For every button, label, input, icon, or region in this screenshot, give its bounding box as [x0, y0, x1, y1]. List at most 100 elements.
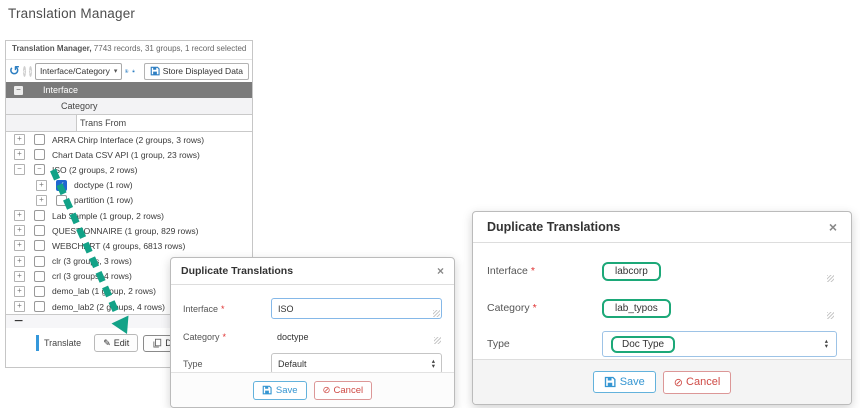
expand-icon[interactable]: +	[14, 210, 25, 221]
dialog-title: Duplicate Translations	[487, 220, 620, 234]
lock-icon[interactable]	[132, 65, 135, 77]
tree-row-partition[interactable]: + partition (1 row)	[6, 193, 252, 208]
save-button-label: Save	[620, 376, 645, 388]
tree-row-webchart[interactable]: + WEBCHART (4 groups, 6813 rows)	[6, 238, 252, 253]
checkbox[interactable]	[34, 286, 45, 297]
resize-grip-icon[interactable]	[827, 275, 834, 282]
edit-button-label: Edit	[114, 338, 130, 348]
copy-icon	[152, 338, 162, 348]
undo-icon[interactable]: ↺	[9, 65, 20, 77]
edit-button[interactable]: ✎ Edit	[94, 334, 138, 352]
tree-row-label: ISO (2 groups, 2 rows)	[52, 165, 138, 175]
view-mode-value: Interface/Category	[40, 66, 110, 76]
expand-icon[interactable]: +	[14, 256, 25, 267]
type-field-row: Type Default ▴▾	[171, 353, 454, 374]
required-asterisk: *	[221, 304, 225, 314]
collapse-icon[interactable]: −	[14, 164, 25, 175]
collapse-icon[interactable]: −	[14, 313, 23, 331]
dialog-header: Duplicate Translations ×	[171, 258, 454, 285]
type-select[interactable]: Default ▴▾	[271, 353, 442, 374]
tree-row-doctype[interactable]: + ✓ doctype (1 row)	[6, 178, 252, 193]
checkbox[interactable]	[34, 134, 45, 145]
column-spacer-cell	[6, 115, 77, 131]
required-asterisk: *	[223, 332, 227, 342]
type-select[interactable]: Doc Type ▴▾	[602, 331, 837, 357]
save-button[interactable]: Save	[253, 381, 307, 400]
category-input[interactable]: lab_typos	[602, 295, 837, 321]
resize-grip-icon[interactable]	[827, 312, 834, 319]
highlight-box: labcorp	[602, 262, 661, 281]
floppy-icon	[262, 385, 272, 395]
checkbox-checked[interactable]: ✓	[56, 180, 67, 191]
cancel-icon: ⊘	[323, 385, 331, 396]
checkbox[interactable]	[56, 195, 67, 206]
resize-grip-icon[interactable]	[433, 310, 440, 317]
tree-row-iso[interactable]: − − ISO (2 groups, 2 rows)	[6, 162, 252, 177]
checkbox-indeterminate[interactable]: −	[34, 164, 45, 175]
checkbox[interactable]	[34, 225, 45, 236]
column-header-category-label: Category	[61, 101, 98, 111]
category-value: lab_typos	[615, 303, 658, 314]
tree-row-lab-sample[interactable]: + Lab Sample (1 group, 2 rows)	[6, 208, 252, 223]
tree-row-label: demo_lab2 (2 groups, 4 rows)	[52, 302, 165, 312]
expand-icon[interactable]: +	[14, 271, 25, 282]
checkbox[interactable]	[34, 271, 45, 282]
tree-row-questionnaire[interactable]: + QUESTIONNAIRE (1 group, 829 rows)	[6, 223, 252, 238]
checkbox[interactable]	[34, 256, 45, 267]
next-icon[interactable]: ›	[29, 66, 32, 77]
close-icon[interactable]: ×	[437, 264, 444, 278]
floppy-icon	[604, 376, 616, 388]
checkbox[interactable]	[34, 240, 45, 251]
close-icon[interactable]: ×	[829, 219, 837, 235]
interface-input[interactable]: labcorp	[602, 258, 837, 284]
cancel-button-label: Cancel	[334, 385, 364, 396]
interface-input[interactable]: ISO	[271, 298, 442, 319]
store-displayed-data-label: Store Displayed Data	[163, 66, 243, 76]
expand-icon[interactable]: +	[14, 225, 25, 236]
category-value: doctype	[277, 332, 309, 342]
checkbox[interactable]	[34, 301, 45, 312]
expand-icon[interactable]: +	[14, 240, 25, 251]
store-displayed-data-button[interactable]: Store Displayed Data	[144, 63, 249, 80]
expand-icon[interactable]: +	[36, 180, 47, 191]
interface-value: labcorp	[615, 266, 648, 277]
pencil-icon: ✎	[103, 338, 111, 349]
interface-field-row: Interface* ISO	[171, 298, 454, 319]
prev-icon[interactable]: ‹	[23, 66, 26, 77]
collapse-all-icon[interactable]: −	[14, 86, 23, 95]
checkbox[interactable]	[34, 210, 45, 221]
dialog-footer: Save ⊘ Cancel	[171, 372, 454, 407]
expand-icon[interactable]: +	[14, 149, 25, 160]
select-arrows-icon: ▴▾	[825, 339, 828, 349]
cancel-button[interactable]: ⊘ Cancel	[314, 381, 373, 400]
tree-row-label: ARRA Chirp Interface (2 groups, 3 rows)	[52, 135, 204, 145]
save-button[interactable]: Save	[593, 371, 656, 393]
column-header-category[interactable]: Category	[6, 98, 252, 115]
record-summary: Translation Manager, 7743 records, 31 gr…	[6, 41, 252, 60]
tree-row-label: Lab Sample (1 group, 2 rows)	[52, 211, 164, 221]
expand-icon[interactable]: +	[14, 134, 25, 145]
category-input[interactable]: doctype	[271, 328, 442, 345]
tree-row-label: Chart Data CSV API (1 group, 23 rows)	[52, 150, 200, 160]
tree-row-arra-chirp[interactable]: + ARRA Chirp Interface (2 groups, 3 rows…	[6, 132, 252, 147]
toolbar: ↺ ‹ › Interface/Category ▾ Store Display…	[6, 60, 252, 82]
resize-grip-icon[interactable]	[434, 337, 441, 344]
save-layout-icon[interactable]	[125, 65, 128, 77]
cancel-button[interactable]: ⊘ Cancel	[663, 371, 731, 394]
checkbox[interactable]	[34, 149, 45, 160]
highlight-box: Doc Type	[611, 336, 675, 353]
expand-icon[interactable]: +	[36, 195, 47, 206]
expand-icon[interactable]: +	[14, 301, 25, 312]
interface-field-row: Interface* labcorp	[473, 258, 851, 284]
tree-row-label: doctype (1 row)	[74, 180, 133, 190]
required-asterisk: *	[531, 265, 535, 277]
tree-row-chart-data-csv[interactable]: + Chart Data CSV API (1 group, 23 rows)	[6, 147, 252, 162]
view-mode-select[interactable]: Interface/Category ▾	[35, 63, 122, 80]
required-asterisk: *	[533, 302, 537, 314]
type-label: Type	[183, 359, 271, 369]
floppy-icon	[150, 66, 160, 76]
expand-icon[interactable]: +	[14, 286, 25, 297]
tree-row-label: demo_lab (1 group, 2 rows)	[52, 286, 156, 296]
column-header-interface[interactable]: − Interface	[6, 82, 252, 98]
column-header-trans-from[interactable]: Trans From	[6, 115, 252, 132]
